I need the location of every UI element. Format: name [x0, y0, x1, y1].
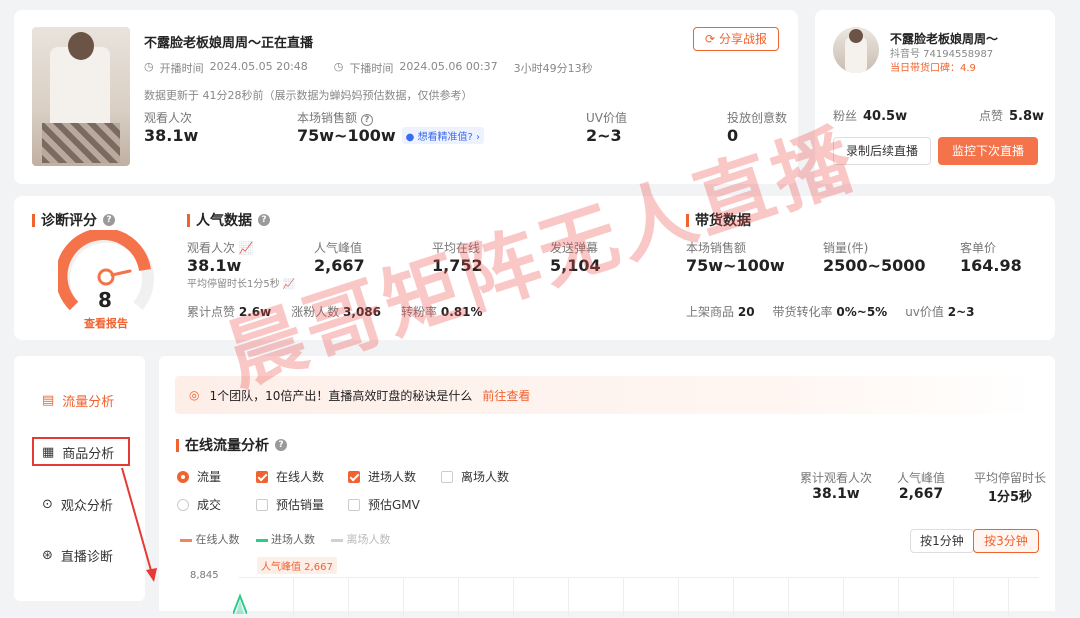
precise-value-link[interactable]: ● 想看精准值? ›: [401, 127, 485, 144]
sales-unit-price: 客单价 164.98: [960, 241, 1022, 275]
help-icon[interactable]: ?: [258, 214, 270, 226]
reputation: 当日带货口碑：4.9: [890, 63, 976, 74]
sales-volume: 销量(件) 2500~5000: [823, 241, 926, 275]
traffic-panel: ◎ 1个团队，10倍产出！直播高效盯盘的秘诀是什么 前往查看 在线流量分析? 流…: [159, 356, 1055, 618]
start-time: 2024.05.05 20:48: [209, 60, 308, 73]
data-overview-card: 诊断评分? 8 查看报告 人气数据? 观看人次 📈 38.1w 人气峰值 2,6…: [14, 196, 1055, 340]
monitor-next-live-button[interactable]: 监控下次直播: [938, 137, 1038, 165]
live-cover-image[interactable]: [32, 27, 130, 166]
legend-online[interactable]: 在线人数: [180, 531, 240, 547]
sales-title: 带货数据: [686, 210, 751, 230]
share-label: 分享战报: [718, 32, 767, 46]
stat-value: 0: [727, 126, 739, 145]
update-note: 数据更新于 41分28秒前（展示数据为蝉妈妈预估数据，仅供参考）: [144, 89, 473, 102]
nav-traffic-analysis[interactable]: ▤ 流量分析: [14, 391, 144, 410]
trend-icon[interactable]: 📈: [239, 241, 254, 255]
stat-value: 38.1w: [144, 126, 199, 145]
clock-icon: ◷: [144, 60, 154, 73]
chart-area[interactable]: [239, 577, 1039, 618]
stat-label: 观看人次: [144, 111, 193, 125]
sales-amount: 本场销售额 75w~100w: [686, 241, 785, 275]
compass-icon: ◎: [189, 388, 200, 402]
peak-marker: 人气峰值 2,667: [257, 557, 337, 574]
help-icon[interactable]: ?: [275, 439, 287, 451]
series-line: [233, 593, 247, 614]
summary-total-views: 累计观看人次 38.1w: [800, 471, 873, 502]
banner-link[interactable]: 前往查看: [482, 387, 530, 404]
option-est-sales[interactable]: 预估销量: [256, 496, 324, 513]
fans-stat: 粉丝 40.5w: [833, 107, 907, 124]
likes-label: 点赞: [979, 109, 1004, 123]
highlight-box: [32, 437, 130, 466]
stat-value: 38.1w: [187, 256, 242, 275]
annotation-arrow: [121, 467, 157, 582]
record-live-button[interactable]: 录制后续直播: [833, 137, 931, 165]
pop-peak: 人气峰值 2,667: [314, 241, 365, 275]
stat-label: UV价值: [586, 111, 627, 125]
end-time: 2024.05.06 00:37: [399, 60, 498, 73]
legend-enter[interactable]: 进场人数: [255, 531, 315, 547]
pop-row2: 累计点赞 2.6w 涨粉人数 3,086 转粉率 0.81%: [187, 305, 483, 319]
avatar[interactable]: [833, 27, 879, 73]
end-label: 下播时间: [349, 62, 394, 75]
stat-label: 本场销售额 ?: [297, 109, 484, 126]
summary-avg-stay: 平均停留时长 1分5秒: [974, 471, 1047, 505]
clock-icon-2: ◷: [333, 60, 344, 73]
live-title: 不露脸老板娘周周～正在直播: [144, 36, 314, 51]
option-est-gmv[interactable]: 预估GMV: [348, 496, 420, 513]
stat-label: 投放创意数: [727, 111, 788, 125]
stat-value: 75w~100w: [297, 126, 396, 145]
help-icon[interactable]: ?: [360, 114, 373, 126]
option-deal[interactable]: 成交: [177, 496, 221, 513]
douyin-id: 抖音号 74194558987: [890, 49, 994, 60]
stat-views: 观看人次 38.1w: [144, 109, 198, 145]
traffic-title: 在线流量分析?: [176, 435, 287, 455]
likes-stat: 点赞 5.8w: [979, 107, 1044, 124]
diagnosis-score: 8: [98, 288, 112, 312]
live-info-card: 不露脸老板娘周周～正在直播 ⟳ 分享战报 ◷ 开播时间 2024.05.05 2…: [14, 10, 798, 184]
popularity-title: 人气数据?: [187, 210, 270, 230]
chart-icon: ▤: [42, 393, 55, 408]
start-label: 开播时间: [159, 62, 204, 75]
help-icon[interactable]: ?: [103, 214, 115, 226]
y-axis-top-label: 8,845: [190, 570, 219, 581]
promo-banner[interactable]: ◎ 1个团队，10倍产出！直播高效盯盘的秘诀是什么 前往查看: [175, 376, 1039, 414]
trend-icon[interactable]: 📈: [283, 279, 295, 290]
fans-value: 40.5w: [863, 109, 908, 124]
pop-danmaku: 发送弹幕 5,104: [550, 241, 601, 275]
legend-leave[interactable]: 离场人数: [331, 531, 391, 547]
likes-value: 5.8w: [1009, 109, 1045, 124]
live-times: ◷ 开播时间 2024.05.05 20:48 ◷ 下播时间 2024.05.0…: [144, 60, 593, 76]
interval-3min-button[interactable]: 按3分钟: [973, 529, 1039, 553]
pop-avg-online: 平均在线 1,752: [432, 241, 483, 275]
option-online[interactable]: 在线人数: [256, 468, 324, 485]
stat-sales: 本场销售额 ? 75w~100w ● 想看精准值? ›: [297, 109, 485, 145]
diagnosis-title: 诊断评分?: [32, 210, 115, 230]
pop-views: 观看人次 📈 38.1w: [187, 241, 254, 275]
diagnosis-icon: ⊛: [42, 548, 53, 563]
anchor-card: 不露脸老板娘周周～ 抖音号 74194558987 当日带货口碑：4.9 粉丝 …: [815, 10, 1055, 184]
play-circle-icon: ⊙: [42, 497, 53, 512]
interval-1min-button[interactable]: 按1分钟: [910, 529, 974, 553]
share-icon: ⟳: [705, 32, 716, 46]
stat-creatives: 投放创意数 0: [727, 109, 787, 145]
stat-value: 2~3: [586, 126, 622, 145]
stat-uv: UV价值 2~3: [586, 109, 627, 145]
sales-row2: 上架商品 20 带货转化率 0%~5% uv价值 2~3: [686, 305, 975, 319]
option-traffic[interactable]: 流量: [177, 468, 221, 485]
view-report-link[interactable]: 查看报告: [84, 315, 128, 331]
option-enter[interactable]: 进场人数: [348, 468, 416, 485]
option-leave[interactable]: 离场人数: [441, 468, 509, 485]
duration: 3小时49分13秒: [513, 62, 593, 75]
fans-label: 粉丝: [833, 109, 858, 123]
avg-stay: 平均停留时长1分5秒 📈: [187, 279, 296, 290]
banner-text: 1个团队，10倍产出！直播高效盯盘的秘诀是什么: [209, 388, 473, 403]
share-report-button[interactable]: ⟳ 分享战报: [693, 27, 779, 51]
summary-peak: 人气峰值 2,667: [897, 471, 946, 502]
chart-legend: 在线人数 进场人数 离场人数: [180, 531, 391, 547]
cmm-icon: ●: [405, 132, 415, 143]
